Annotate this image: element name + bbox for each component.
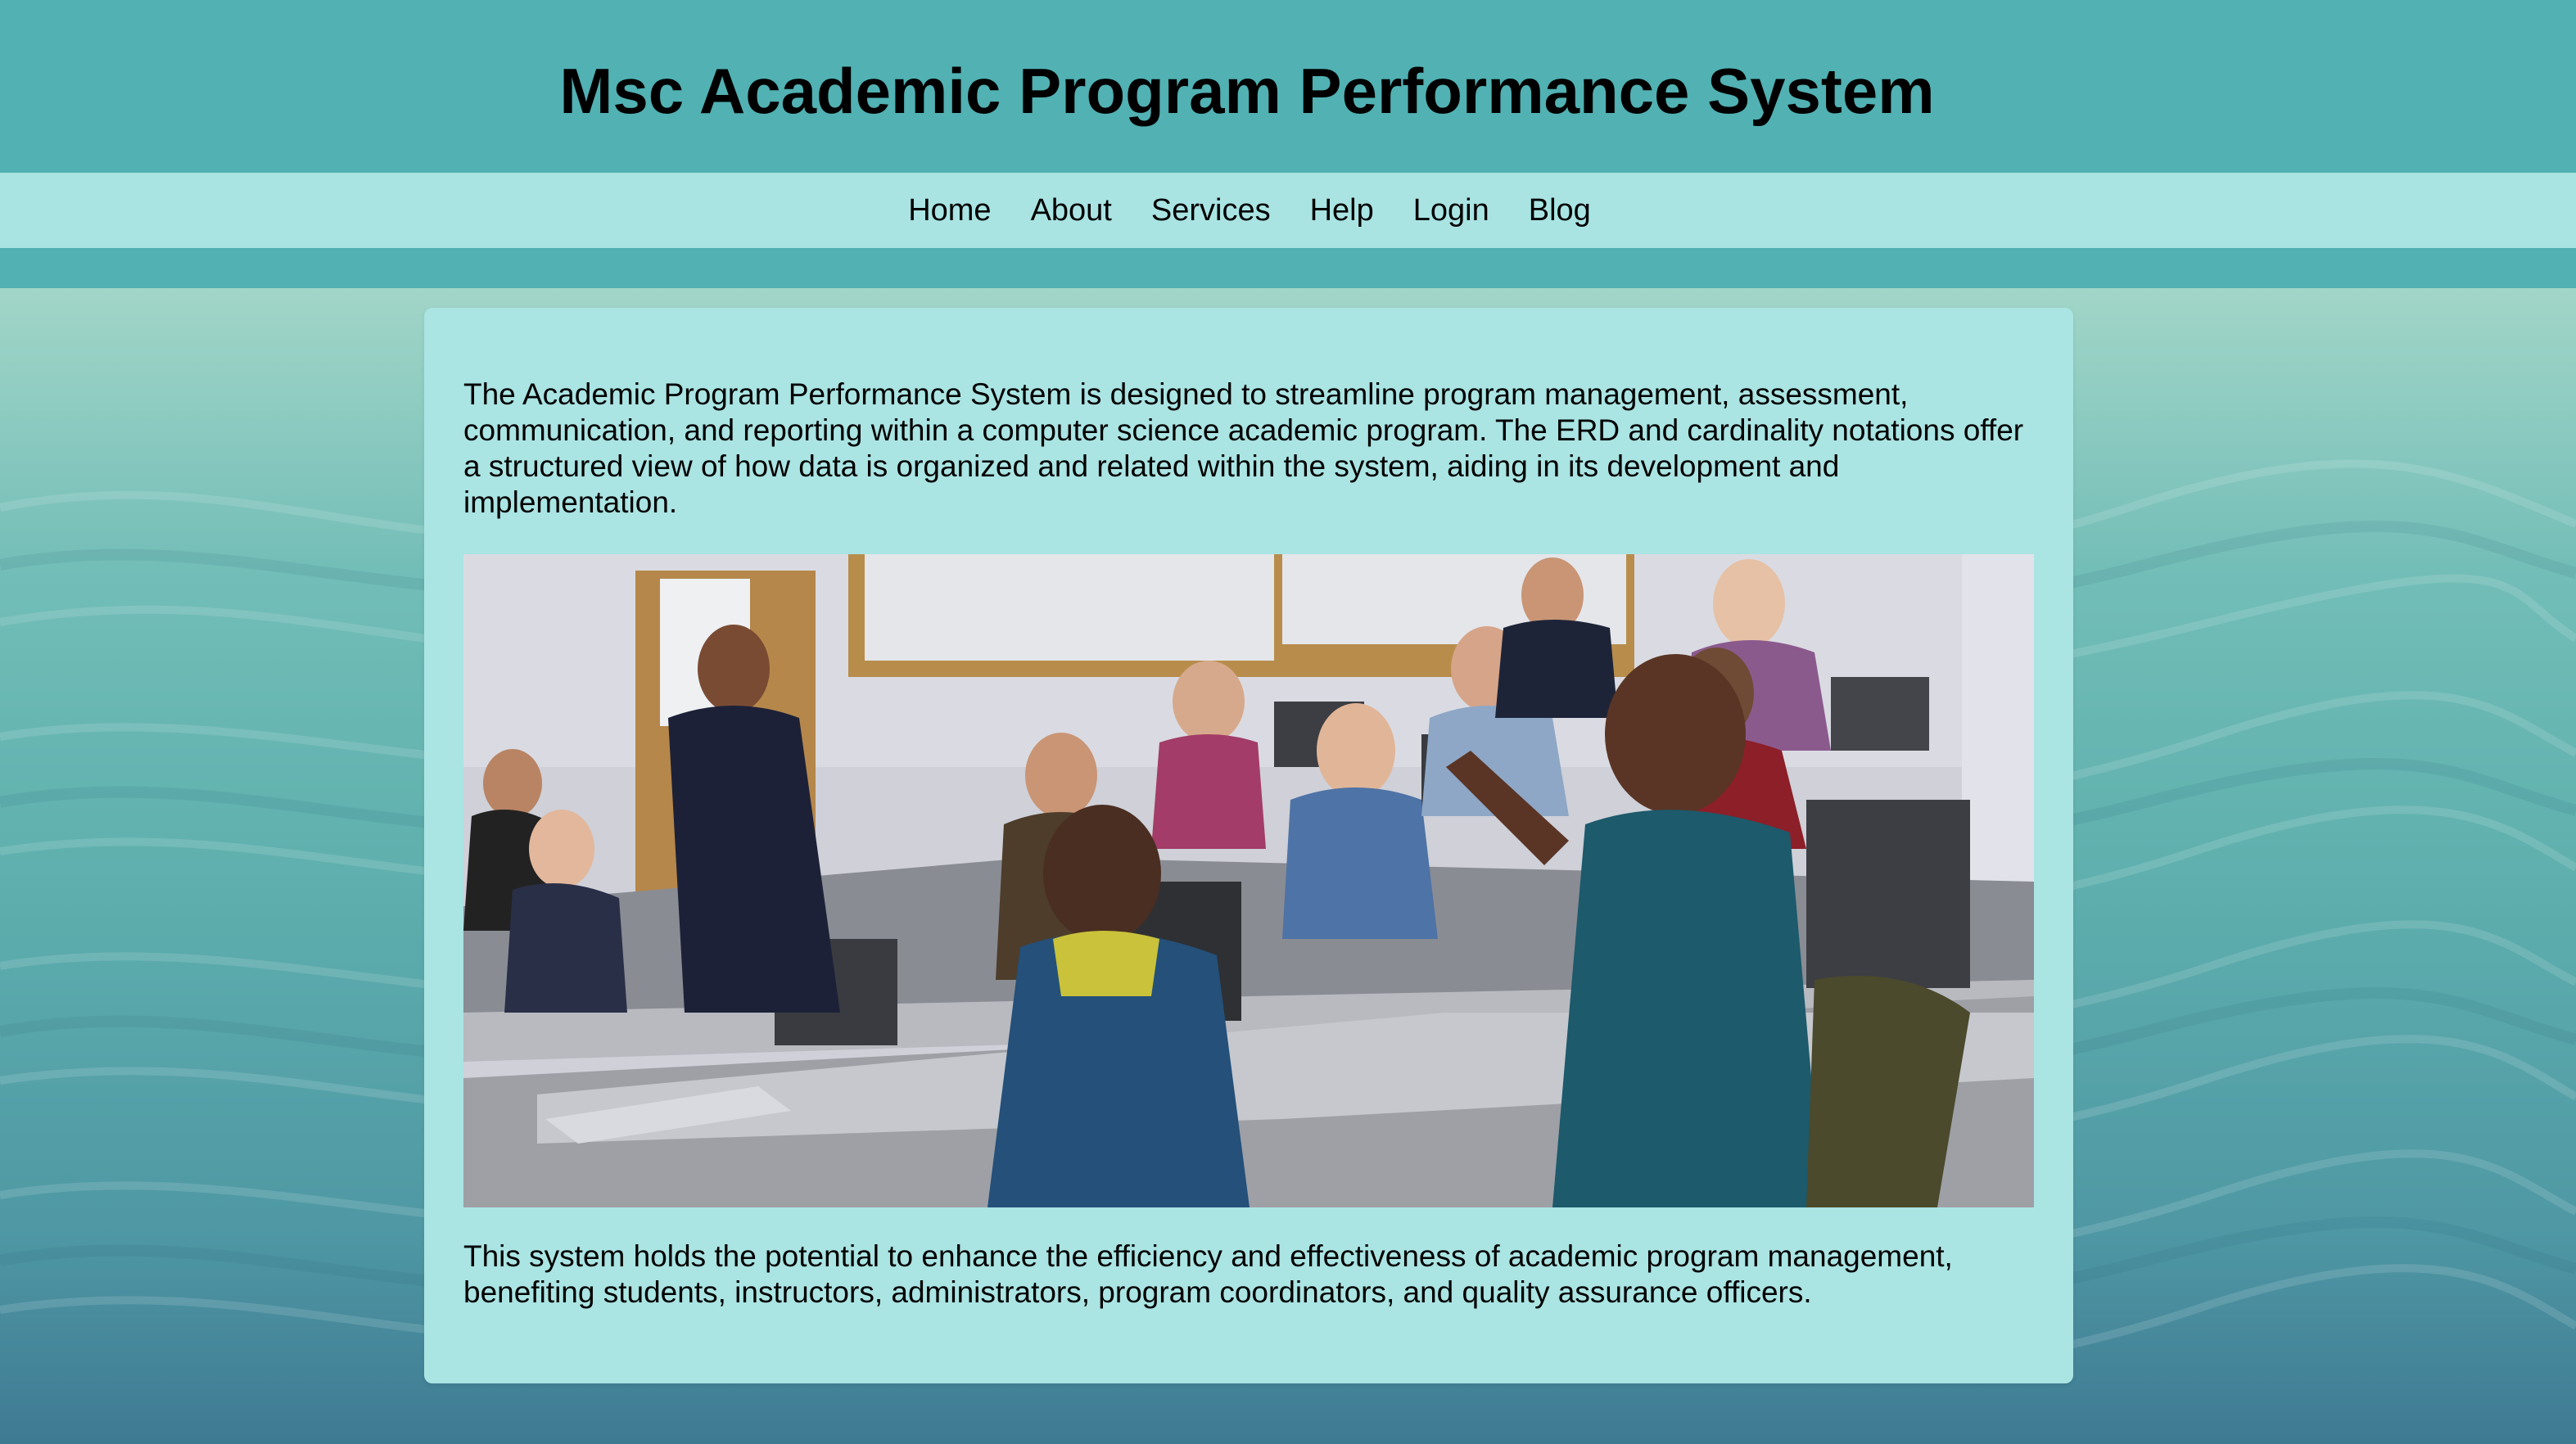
nav-help-link[interactable]: Help (1310, 193, 1374, 228)
page-title: Msc Academic Program Performance System (559, 55, 1935, 127)
nav-blog-link[interactable]: Blog (1529, 193, 1591, 228)
intro-paragraph: The Academic Program Performance System … (463, 377, 2024, 519)
content-card: The Academic Program Performance System … (424, 308, 2073, 1383)
site-header: Msc Academic Program Performance System (0, 0, 2576, 173)
nav-login-link[interactable]: Login (1413, 193, 1489, 228)
header-band (0, 248, 2576, 288)
classroom-photo (463, 554, 2034, 1207)
classroom-illustration (463, 554, 2034, 1207)
nav-services-link[interactable]: Services (1151, 193, 1271, 228)
nav-links: Home About Services Help Login Blog (908, 193, 1591, 228)
nav-home-link[interactable]: Home (908, 193, 991, 228)
closing-paragraph: This system holds the potential to enhan… (463, 1239, 1953, 1309)
main-nav: Home About Services Help Login Blog (0, 173, 2576, 248)
nav-about-link[interactable]: About (1031, 193, 1112, 228)
